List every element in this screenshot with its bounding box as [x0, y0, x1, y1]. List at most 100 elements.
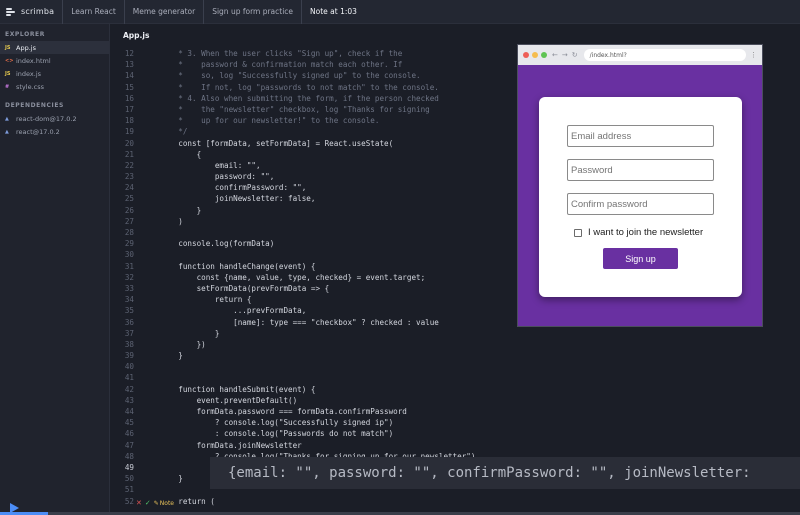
- check-icon[interactable]: ✓: [145, 499, 151, 507]
- confirm-password-field[interactable]: Confirm password: [567, 193, 714, 215]
- line-number: 22: [124, 160, 134, 170]
- file-name: App.js: [16, 43, 36, 52]
- file-name: index.html: [16, 56, 51, 65]
- line-number: 42: [124, 384, 134, 394]
- file-item-index-html[interactable]: <> index.html: [0, 54, 109, 67]
- code-line[interactable]: 41: [110, 372, 800, 383]
- line-number: 40: [124, 362, 134, 372]
- line-number: 39: [124, 351, 134, 361]
- code-text: confirmPassword: "",: [160, 183, 307, 193]
- code-line[interactable]: 43 event.preventDefault(): [110, 395, 800, 406]
- breadcrumb-note: Note at 1:03: [310, 7, 357, 16]
- line-number: 20: [124, 138, 134, 148]
- newsletter-label[interactable]: I want to join the newsletter: [588, 227, 703, 238]
- line-number: 23: [124, 172, 134, 182]
- code-text: * 4. Also when submitting the form, if t…: [160, 93, 439, 103]
- breadcrumb-learn-react[interactable]: Learn React: [63, 0, 125, 24]
- code-line[interactable]: 45 ? console.log("Successfully signed ip…: [110, 417, 800, 428]
- browser-chrome: ← → ↻ /index.html? ⋮: [518, 45, 762, 65]
- dependency-item-react[interactable]: ▲ react@17.0.2: [0, 125, 109, 138]
- breadcrumb-sign-up-form-practice[interactable]: Sign up form practice: [204, 0, 303, 24]
- code-line[interactable]: 40: [110, 361, 800, 372]
- line-number: 37: [124, 328, 134, 338]
- line-number: 31: [124, 261, 134, 271]
- console-output: {email: "", password: "", confirmPasswor…: [210, 457, 800, 489]
- tab-app-js[interactable]: App.js: [123, 31, 149, 40]
- line-number: 21: [124, 149, 134, 159]
- note-controls: ✕ ✓ ✎ Note: [136, 499, 174, 507]
- note-label[interactable]: Note: [160, 500, 174, 507]
- file-item-app-js[interactable]: JS App.js: [0, 41, 109, 54]
- line-number: 16: [124, 93, 134, 103]
- close-icon[interactable]: ✕: [136, 499, 142, 507]
- code-line[interactable]: 38 }): [110, 339, 800, 350]
- line-number: 19: [124, 127, 134, 137]
- line-number: 45: [124, 418, 134, 428]
- newsletter-checkbox[interactable]: [574, 228, 582, 237]
- scrimba-logo-icon: [6, 7, 16, 17]
- code-text: }: [160, 205, 202, 215]
- code-text: function handleChange(event) {: [160, 261, 316, 271]
- scrimba-logo[interactable]: scrimba: [0, 0, 64, 24]
- url-bar[interactable]: /index.html?: [583, 49, 746, 61]
- player-controls: ✕ ✓ ✎ Note: [0, 499, 800, 515]
- line-number: 12: [124, 49, 134, 58]
- code-line[interactable]: 47 formData.joinNewsletter: [110, 440, 800, 451]
- code-line[interactable]: 37 }: [110, 328, 800, 339]
- file-name: index.js: [16, 69, 42, 78]
- forward-icon[interactable]: →: [562, 51, 568, 59]
- code-text: email: "",: [160, 160, 261, 170]
- code-text: function handleSubmit(event) {: [160, 384, 316, 394]
- code-text: const {name, value, type, checked} = eve…: [160, 272, 426, 282]
- code-text: joinNewsletter: false,: [160, 194, 316, 204]
- dependency-item-react-dom[interactable]: ▲ react-dom@17.0.2: [0, 112, 109, 125]
- code-text: * so, log "Successfully signed up" to th…: [160, 71, 421, 81]
- maximize-window-icon[interactable]: [541, 52, 547, 58]
- breadcrumb-meme-generator[interactable]: Meme generator: [125, 0, 205, 24]
- code-text: console.log(formData): [160, 239, 275, 249]
- code-line[interactable]: 44 formData.password === formData.confir…: [110, 406, 800, 417]
- code-text: }: [160, 351, 183, 361]
- reload-icon[interactable]: ↻: [572, 51, 578, 59]
- code-text: ): [160, 216, 183, 226]
- code-line[interactable]: 39 }: [110, 350, 800, 361]
- newsletter-row: I want to join the newsletter: [574, 227, 703, 238]
- code-line[interactable]: 42 function handleSubmit(event) {: [110, 384, 800, 395]
- minimize-window-icon[interactable]: [532, 52, 538, 58]
- file-item-style-css[interactable]: # style.css: [0, 80, 109, 93]
- code-text: }): [160, 339, 206, 349]
- code-text: setFormData(prevFormData => {: [160, 283, 330, 293]
- close-window-icon[interactable]: [523, 52, 529, 58]
- code-line[interactable]: 46 : console.log("Passwords do not match…: [110, 428, 800, 439]
- line-number: 33: [124, 283, 134, 293]
- line-number: 27: [124, 216, 134, 226]
- code-text: const [formData, setFormData] = React.us…: [160, 138, 394, 148]
- file-name: style.css: [16, 82, 44, 91]
- line-number: 13: [124, 60, 134, 70]
- code-text: event.preventDefault(): [160, 395, 298, 405]
- email-field[interactable]: Email address: [567, 125, 714, 147]
- file-item-index-js[interactable]: JS index.js: [0, 67, 109, 80]
- line-number: 36: [124, 317, 134, 327]
- line-number: 30: [124, 250, 134, 260]
- css-file-icon: #: [5, 83, 10, 90]
- signup-button[interactable]: Sign up: [603, 248, 678, 269]
- line-number: 18: [124, 116, 134, 126]
- password-field[interactable]: Password: [567, 159, 714, 181]
- code-text: * If not, log "passwords to not match" t…: [160, 82, 439, 92]
- code-text: [name]: type === "checkbox" ? checked : …: [160, 317, 439, 327]
- browser-menu-icon[interactable]: ⋮: [750, 51, 757, 59]
- code-text: {: [160, 149, 202, 159]
- dependency-name: react-dom@17.0.2: [16, 114, 77, 123]
- back-icon[interactable]: ←: [552, 51, 558, 59]
- file-explorer: EXPLORER JS App.js <> index.html JS inde…: [0, 24, 110, 515]
- line-number: 26: [124, 205, 134, 215]
- line-number: 43: [124, 395, 134, 405]
- line-number: 28: [124, 228, 134, 237]
- code-text: }: [160, 474, 183, 484]
- package-icon: ▲: [5, 115, 9, 122]
- line-number: 41: [124, 373, 134, 383]
